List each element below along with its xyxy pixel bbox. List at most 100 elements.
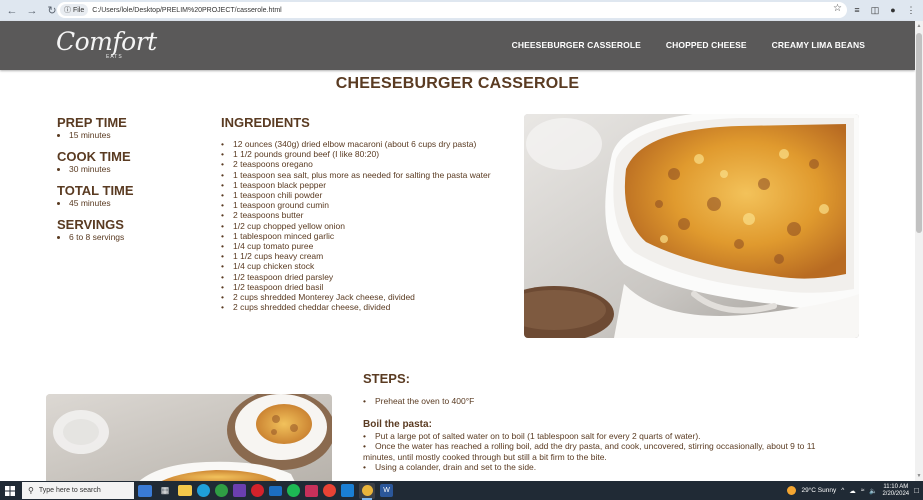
profile-icon[interactable]: ●	[887, 3, 899, 17]
visual-studio-icon[interactable]	[233, 484, 246, 497]
volume-icon[interactable]: 🔈	[869, 487, 877, 495]
prep-time-value: 15 minutes	[69, 130, 207, 141]
info-icon: ⓘ	[64, 7, 71, 14]
steps-heading: STEPS:	[363, 371, 410, 386]
site-logo[interactable]: Comfort EATS	[56, 27, 157, 65]
list-item: 1 teaspoon ground cumin	[221, 200, 493, 210]
scroll-up-icon[interactable]: ▲	[916, 23, 922, 29]
prep-time-heading: PREP TIME	[57, 115, 127, 130]
address-bar[interactable]: ⓘ File C:/Users/lole/Desktop/PRELIM%20PR…	[57, 2, 847, 18]
menu-kebab-icon[interactable]: ⋮	[905, 3, 917, 17]
notification-icon[interactable]: □	[914, 486, 919, 495]
steps-intro-list: Preheat the oven to 400°F	[363, 396, 843, 406]
site-nav: CHEESEBURGER CASSEROLE CHOPPED CHEESE CR…	[512, 40, 865, 50]
list-item: 2 teaspoons oregano	[221, 159, 493, 169]
list-item: 2 teaspoons butter	[221, 210, 493, 220]
vscode-icon[interactable]	[341, 484, 354, 497]
plated-casserole-photo	[46, 394, 332, 484]
list-item: 1 tablespoon minced garlic	[221, 231, 493, 241]
url-text[interactable]: C:/Users/lole/Desktop/PRELIM%20PROJECT/c…	[92, 7, 281, 14]
cook-time-heading: COOK TIME	[57, 149, 131, 164]
side-panel-icon[interactable]: ◫	[869, 3, 881, 17]
task-view-icon[interactable]: ▦	[157, 483, 173, 499]
list-item: 1/2 teaspoon dried basil	[221, 282, 493, 292]
scroll-down-icon[interactable]: ▼	[916, 473, 922, 479]
boil-heading: Boil the pasta:	[363, 419, 432, 431]
list-item: Once the water has reached a rolling boi…	[363, 441, 843, 461]
site-header: Comfort EATS CHEESEBURGER CASSEROLE CHOP…	[0, 21, 915, 70]
spotify-icon[interactable]	[287, 484, 300, 497]
ingredients-list: 12 ounces (340g) dried elbow macaroni (a…	[221, 139, 493, 312]
edge-icon[interactable]	[197, 484, 210, 497]
list-item: 1/4 cup chicken stock	[221, 261, 493, 271]
back-icon[interactable]: ←	[4, 3, 20, 19]
list-item: Using a colander, drain and set to the s…	[363, 462, 843, 472]
recipe-times: PREP TIME 15 minutes COOK TIME 30 minute…	[57, 116, 207, 252]
clock-date: 2/20/2024	[882, 490, 910, 497]
list-item: 1/2 teaspoon dried parsley	[221, 272, 493, 282]
chevron-up-icon[interactable]: ^	[841, 487, 844, 494]
casserole-image	[524, 114, 859, 338]
list-item: 1 teaspoon chili powder	[221, 190, 493, 200]
list-item: 2 cups shredded Monterey Jack cheese, di…	[221, 292, 493, 302]
taskbar-apps: ▦ W	[138, 482, 393, 500]
list-item: 2 cups shredded cheddar cheese, divided	[221, 302, 493, 312]
list-item: Put a large pot of salted water on to bo…	[363, 431, 843, 441]
file-explorer-icon[interactable]	[178, 485, 192, 496]
taskbar-search[interactable]: ⚲ Type here to search	[22, 482, 134, 499]
nav-link-creamy-lima-beans[interactable]: CREAMY LIMA BEANS	[772, 40, 865, 50]
forward-icon[interactable]: →	[24, 3, 40, 19]
cook-time: COOK TIME 30 minutes	[57, 150, 207, 175]
servings: SERVINGS 6 to 8 servings	[57, 218, 207, 243]
list-item: 1 1/2 cups heavy cream	[221, 251, 493, 261]
casserole-photo	[524, 114, 859, 338]
boil-steps-list: Put a large pot of salted water on to bo…	[363, 431, 843, 472]
nav-link-chopped-cheese[interactable]: CHOPPED CHEESE	[666, 40, 747, 50]
cloud-icon[interactable]: ☁	[849, 487, 856, 495]
clock-time: 11:10 AM	[883, 483, 909, 490]
weather-icon	[787, 486, 797, 495]
ingredients-heading: INGREDIENTS	[221, 115, 310, 130]
site-info-chip[interactable]: ⓘ File	[60, 4, 89, 16]
total-time-value: 45 minutes	[69, 198, 207, 209]
servings-value: 6 to 8 servings	[69, 232, 207, 243]
page-scrollbar[interactable]: ▲ ▼	[915, 21, 923, 481]
store-icon[interactable]	[305, 484, 318, 497]
chrome-active-icon[interactable]	[359, 482, 375, 500]
nav-link-cheeseburger-casserole[interactable]: CHEESEBURGER CASSEROLE	[512, 40, 641, 50]
chrome-alt-icon[interactable]	[323, 484, 336, 497]
total-time-heading: TOTAL TIME	[57, 183, 134, 198]
prep-time: PREP TIME 15 minutes	[57, 116, 207, 141]
list-item: 12 ounces (340g) dried elbow macaroni (a…	[221, 139, 493, 149]
opera-icon[interactable]	[251, 484, 264, 497]
total-time: TOTAL TIME 45 minutes	[57, 184, 207, 209]
file-chip-label: File	[73, 6, 85, 14]
clock[interactable]: 11:10 AM 2/20/2024	[882, 484, 909, 498]
search-icon: ⚲	[28, 486, 34, 495]
bookmark-star-icon[interactable]: ☆	[833, 3, 842, 14]
news-widget-icon[interactable]	[138, 484, 152, 497]
weather-text[interactable]: 29°C Sunny	[801, 487, 836, 494]
reading-list-icon[interactable]: ≡	[851, 3, 863, 17]
mail-icon[interactable]	[269, 485, 282, 496]
chrome-icon[interactable]	[215, 484, 228, 497]
browser-toolbar: ← → ↻ ⓘ File C:/Users/lole/Desktop/PRELI…	[0, 0, 923, 21]
scroll-thumb[interactable]	[916, 33, 922, 233]
page-title: CHEESEBURGER CASSEROLE	[335, 75, 580, 92]
windows-icon	[5, 485, 15, 496]
list-item: 1 teaspoon black pepper	[221, 180, 493, 190]
list-item: 1 1/2 pounds ground beef (I like 80:20)	[221, 149, 493, 159]
list-item: 1/2 cup chopped yellow onion	[221, 221, 493, 231]
list-item: 1/4 cup tomato puree	[221, 241, 493, 251]
start-button[interactable]	[0, 481, 20, 500]
list-item: 1 teaspoon sea salt, plus more as needed…	[221, 170, 493, 180]
word-icon[interactable]: W	[380, 484, 393, 497]
logo-subtitle: EATS	[106, 54, 123, 60]
logo-script: Comfort	[56, 27, 157, 56]
cook-time-value: 30 minutes	[69, 164, 207, 175]
taskbar: ⚲ Type here to search ▦ W 29°C Sunny ^ ☁…	[0, 481, 923, 500]
steps-section: STEPS: Preheat the oven to 400°F Boil th…	[363, 372, 843, 472]
search-placeholder: Type here to search	[38, 487, 101, 494]
list-item: Preheat the oven to 400°F	[363, 396, 843, 406]
wifi-icon[interactable]: ≈	[861, 487, 865, 494]
